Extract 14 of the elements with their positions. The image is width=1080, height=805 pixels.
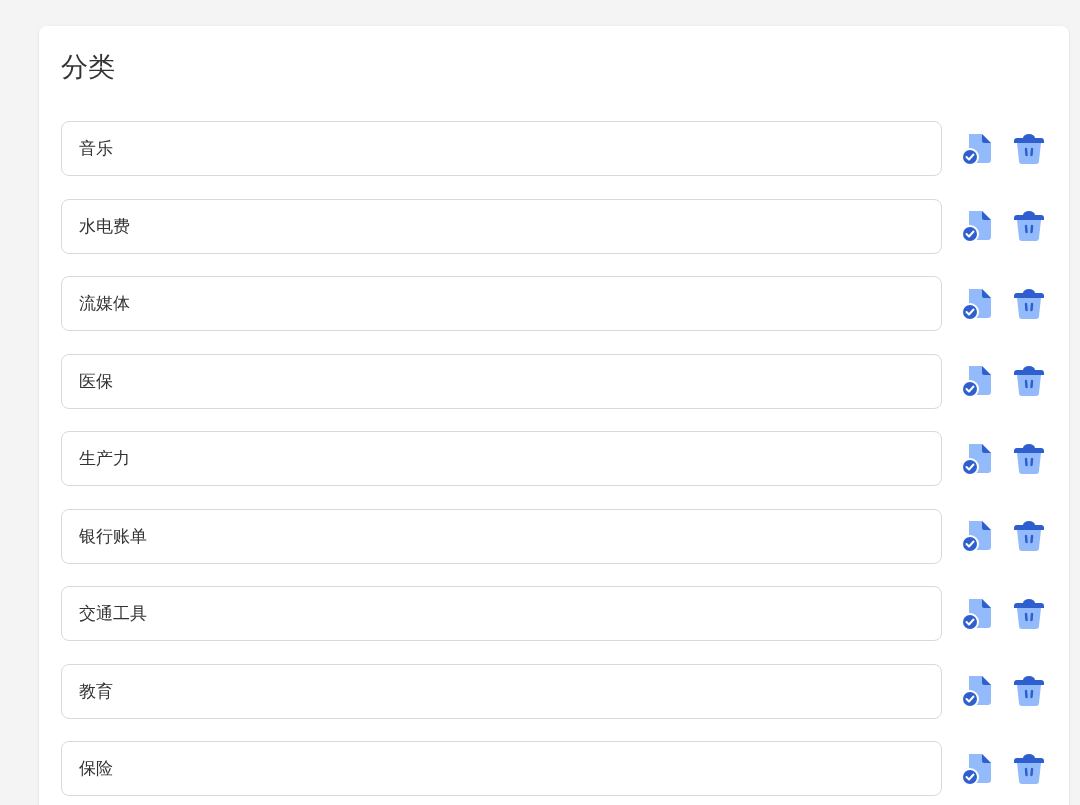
input-field[interactable]: 流媒体 <box>61 276 942 331</box>
input-field[interactable]: 医保 <box>61 353 942 409</box>
delete-icon[interactable] <box>1011 518 1047 554</box>
section-title: 分类 <box>61 51 116 84</box>
delete-icon[interactable] <box>1011 673 1047 709</box>
input-field[interactable]: 音乐 <box>61 121 942 176</box>
input-field[interactable]: 水电费 <box>61 198 942 254</box>
input-field[interactable]: 交通工具 <box>61 586 942 641</box>
delete-icon[interactable] <box>1011 208 1047 244</box>
input-field[interactable]: 保险 <box>61 741 942 796</box>
delete-icon[interactable] <box>1011 363 1047 399</box>
input-field[interactable]: 教育 <box>61 663 942 719</box>
input-field[interactable]: 生产力 <box>61 431 942 486</box>
input-field[interactable]: 银行账单 <box>61 508 942 564</box>
